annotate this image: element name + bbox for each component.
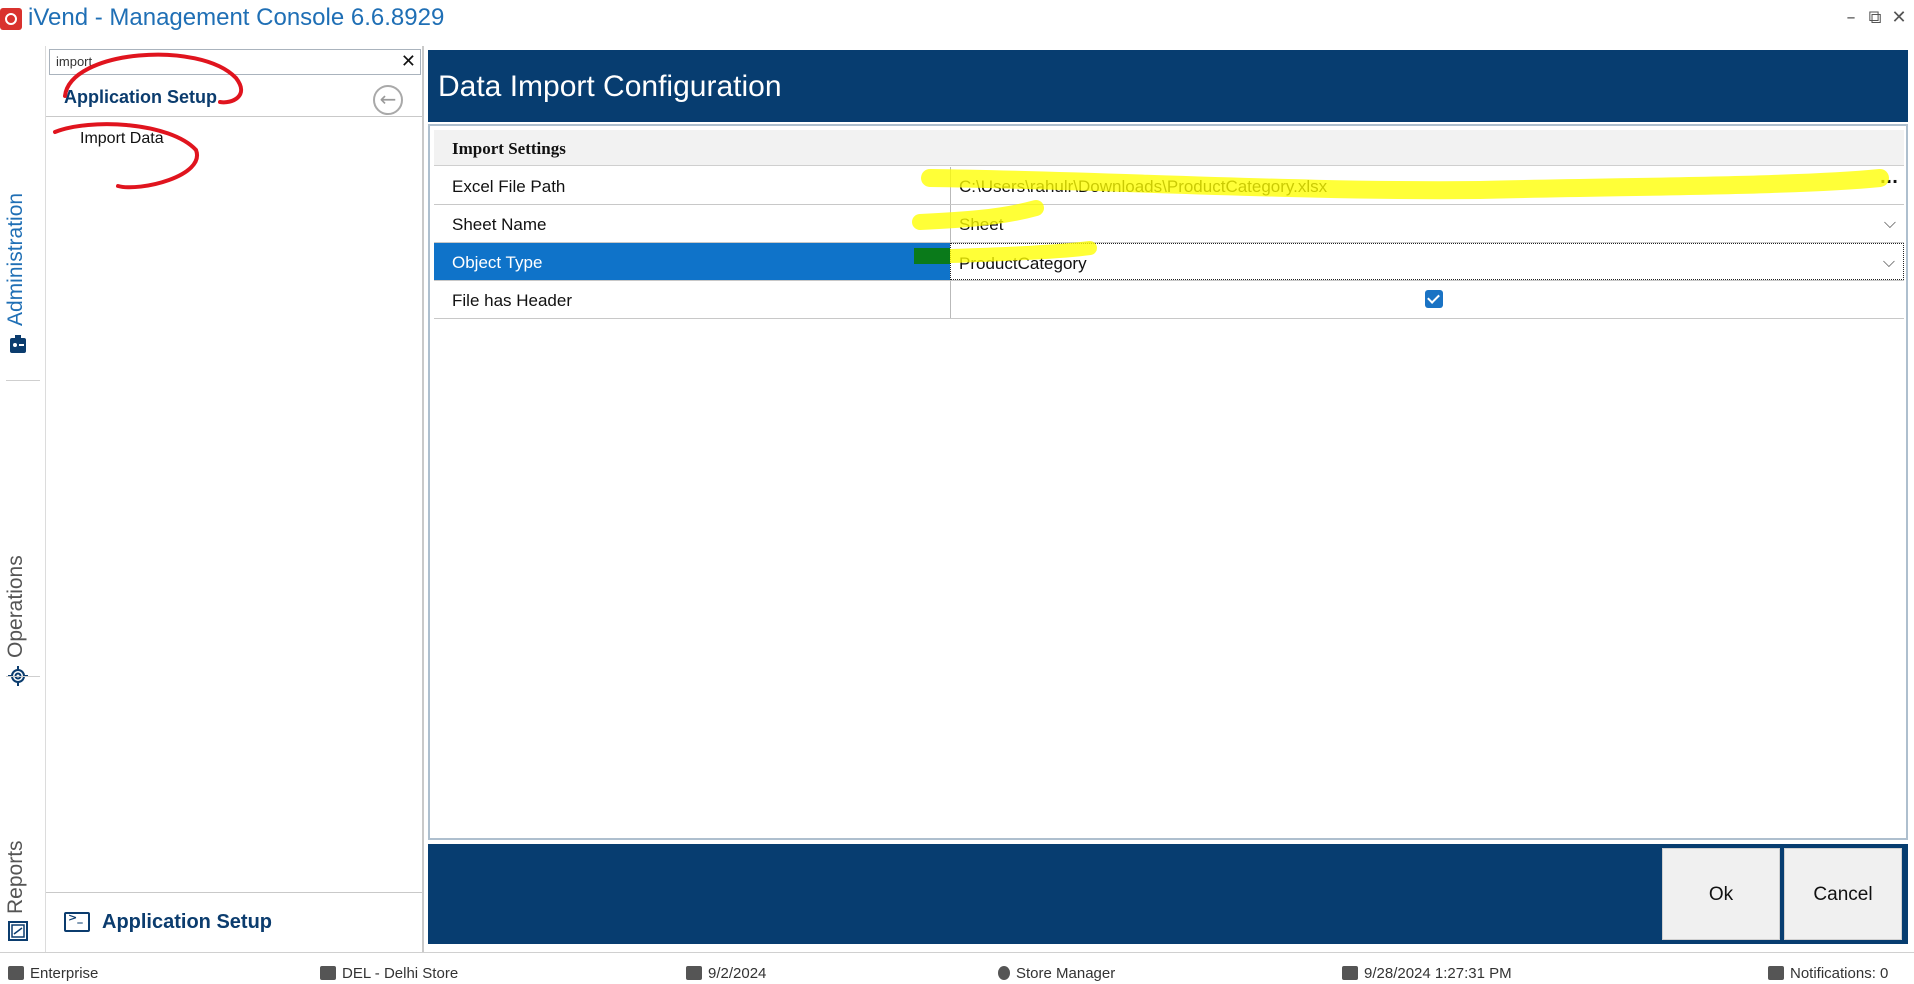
main-header: Data Import Configuration [428, 50, 1908, 122]
status-store-text: DEL - Delhi Store [342, 965, 459, 982]
search-input-value: import [56, 54, 93, 69]
minimize-button[interactable]: – [1840, 6, 1862, 30]
status-bar: Enterprise DEL - Delhi Store 9/2/2024 St… [0, 952, 1914, 984]
status-notifications-text: Notifications: 0 [1790, 965, 1889, 982]
nav-section-header: Application Setup ← [46, 79, 422, 117]
property-value: C:\Users\rahulr\Downloads\ProductCategor… [959, 177, 1328, 196]
status-role-text: Store Manager [1016, 965, 1116, 982]
terminal-icon [64, 911, 90, 932]
sheet-name-dropdown[interactable]: Sheet ⌵ [950, 205, 1904, 242]
property-row-excel-file-path[interactable]: Excel File Path C:\Users\rahulr\Download… [434, 167, 1904, 205]
status-date: 9/2/2024 [686, 965, 766, 982]
page-title: Data Import Configuration [438, 70, 782, 103]
property-label: File has Header [452, 291, 573, 310]
window-title: iVend - Management Console 6.6.8929 [28, 4, 445, 31]
property-value: Sheet [959, 215, 1004, 234]
object-type-dropdown[interactable]: ProductCategory ⌵ [950, 243, 1904, 280]
tab-operations[interactable]: Operations [0, 380, 46, 686]
nav-section-title: Application Setup [64, 87, 217, 107]
import-settings-category[interactable]: Import Settings [434, 130, 1904, 166]
user-icon [998, 966, 1010, 980]
tab-reports-label: Reports [4, 840, 27, 914]
search-input[interactable]: import ✕ [49, 49, 421, 75]
tab-operations-label: Operations [4, 555, 27, 658]
building-icon [8, 966, 24, 980]
status-login-text: 9/28/2024 1:27:31 PM [1364, 965, 1512, 982]
property-value: ProductCategory [959, 254, 1087, 273]
status-login-time: 9/28/2024 1:27:31 PM [1342, 965, 1512, 982]
status-notifications[interactable]: Notifications: 0 [1768, 965, 1888, 982]
close-button[interactable]: ✕ [1888, 6, 1910, 30]
store-icon [320, 966, 336, 980]
nav-item-import-data[interactable]: Import Data [80, 130, 164, 148]
tab-administration-label: Administration [4, 192, 27, 326]
navigation-panel: import ✕ Application Setup ← Import Data… [46, 46, 424, 952]
back-arrow-icon[interactable]: ← [373, 85, 403, 115]
status-store: DEL - Delhi Store [320, 965, 458, 982]
status-role: Store Manager [998, 965, 1115, 982]
ok-button[interactable]: Ok [1662, 848, 1780, 940]
property-grid: Import Settings Excel File Path C:\Users… [428, 124, 1908, 840]
browse-ellipsis-button[interactable]: ··· [1878, 173, 1900, 197]
calendar-icon [686, 966, 702, 980]
file-has-header-checkbox[interactable] [1425, 290, 1443, 308]
key-icon [1342, 966, 1358, 980]
reports-icon [8, 921, 28, 941]
admin-icon [10, 335, 26, 353]
side-tab-strip: Administration Operations Reports [0, 46, 46, 952]
status-company: Enterprise [8, 965, 98, 982]
property-label: Object Type [452, 253, 543, 272]
app-logo-icon [0, 8, 22, 30]
property-row-file-has-header[interactable]: File has Header [434, 281, 1904, 319]
cancel-button[interactable]: Cancel [1784, 848, 1902, 940]
restore-button[interactable]: ⧉ [1864, 6, 1886, 30]
bell-icon [1768, 966, 1784, 980]
property-row-sheet-name[interactable]: Sheet Name Sheet ⌵ [434, 205, 1904, 243]
nav-footer-application-setup[interactable]: Application Setup [46, 892, 422, 952]
property-label: Excel File Path [452, 177, 566, 196]
nav-footer-label: Application Setup [102, 911, 272, 933]
chevron-down-icon[interactable]: ⌵ [1884, 213, 1896, 233]
clear-search-icon[interactable]: ✕ [401, 51, 416, 72]
title-bar: iVend - Management Console 6.6.8929 – ⧉ … [0, 0, 1914, 38]
tab-administration[interactable]: Administration [0, 46, 46, 376]
status-company-text: Enterprise [30, 965, 99, 982]
property-row-object-type[interactable]: Object Type ProductCategory ⌵ [434, 243, 1904, 281]
property-label: Sheet Name [452, 215, 547, 234]
category-title: Import Settings [452, 139, 566, 158]
excel-file-path-field[interactable]: C:\Users\rahulr\Downloads\ProductCategor… [950, 167, 1904, 204]
file-has-header-cell[interactable] [950, 281, 1904, 318]
action-bar: Ok Cancel [428, 844, 1908, 944]
tab-reports[interactable]: Reports [0, 676, 46, 952]
chevron-down-icon[interactable]: ⌵ [1883, 252, 1895, 272]
status-date-text: 9/2/2024 [708, 965, 767, 982]
